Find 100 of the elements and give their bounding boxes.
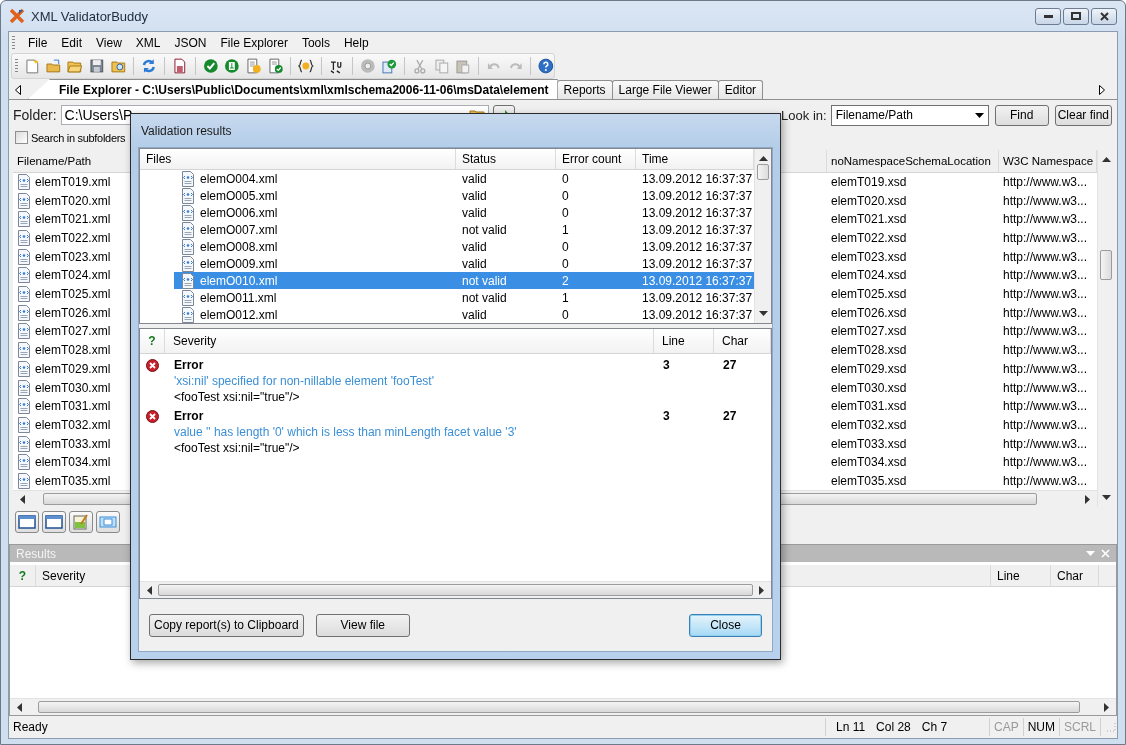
column-header[interactable]: Severity [165, 329, 654, 353]
checkbox-label: Search in subfolders [31, 131, 126, 144]
table-cell-text: elemT033.xsd [830, 436, 908, 451]
table-cell-text: 3 [662, 357, 671, 374]
file-row[interactable]: elemO004.xml valid 0 13.09.2012 16:37:37 [174, 170, 754, 187]
window-title: XML ValidatorBuddy [31, 8, 149, 24]
table-cell: elemO012.xml [200, 307, 278, 322]
column-header[interactable]: Line [654, 329, 714, 353]
table-cell-text: http://www.w3... [1002, 193, 1089, 208]
look-in-dropdown[interactable]: Filename/Path [830, 104, 989, 126]
menu-item[interactable]: Edit [54, 33, 90, 52]
table-cell-text: 13.09.2012 16:37:37 [641, 307, 754, 322]
severity-text: Error [174, 357, 205, 373]
column-header[interactable]: Line [991, 565, 1051, 586]
table-cell-text: http://www.w3... [1002, 231, 1089, 246]
table-cell-text: elemT030.xsd [830, 380, 908, 395]
table-cell-text: 0 [561, 307, 570, 322]
table-cell-text: elemT027.xsd [830, 324, 908, 339]
table-cell: elemO009.xml [200, 256, 278, 271]
column-header[interactable]: Char [1051, 565, 1099, 586]
find-button[interactable]: Find [994, 104, 1049, 126]
column-header[interactable]: Error count [556, 149, 636, 169]
table-cell-text: not valid [461, 222, 508, 237]
tab[interactable]: File Explorer - C:\Users\Public\Documents\xml\xmlschema2006-11-06\msData\element [28, 79, 558, 99]
table-cell-text: elemT025.xsd [830, 287, 908, 302]
table-cell-text: http://www.w3... [1002, 212, 1089, 227]
table-cell: elemO004.xml [200, 171, 278, 186]
table-cell-text: elemT035.xsd [830, 474, 908, 488]
table-cell-text: elemT024.xsd [830, 268, 908, 283]
status-text: Ln 11 [835, 720, 866, 734]
table-cell-text: 13.09.2012 16:37:37 [641, 256, 754, 271]
table-cell-text: http://www.w3... [1002, 324, 1089, 339]
tab[interactable]: Large File Viewer [611, 80, 719, 99]
table-cell-text: elemT020.xsd [830, 193, 908, 208]
file-row[interactable]: elemO009.xml valid 0 13.09.2012 16:37:37 [174, 255, 754, 272]
menu-item[interactable]: View [89, 33, 129, 52]
file-row[interactable]: elemO011.xml not valid 1 13.09.2012 16:37:37 [174, 289, 754, 306]
table-cell-text: elemT026.xsd [830, 305, 908, 320]
error-message: value '' has length '0' which is less than minLength facet value '3' [174, 424, 518, 440]
menu-item[interactable]: Tools [294, 33, 337, 52]
column-header[interactable]: noNamespaceSchemaLocation [827, 150, 999, 172]
table-cell-text: http://www.w3... [1002, 249, 1089, 264]
menu-item[interactable]: XML [128, 33, 168, 52]
table-cell-text: http://www.w3... [1002, 380, 1089, 395]
table-cell-text: http://www.w3... [1002, 361, 1089, 376]
file-row[interactable]: elemO012.xml valid 0 13.09.2012 16:37:37 [174, 306, 754, 323]
table-cell-text: 13.09.2012 16:37:37 [641, 290, 754, 305]
table-cell: elemO008.xml [200, 239, 278, 254]
table-cell-text: 27 [722, 357, 738, 374]
table-cell-text: elemT021.xsd [830, 212, 908, 227]
table-cell-text: elemT019.xsd [830, 175, 908, 189]
error-message: 'xsi:nil' specified for non-nillable element 'fooTest' [174, 373, 435, 389]
column-header[interactable]: Char [714, 329, 771, 353]
file-row[interactable]: elemO008.xml valid 0 13.09.2012 16:37:37 [174, 238, 754, 255]
table-cell-text: 13.09.2012 16:37:37 [641, 171, 754, 186]
dialog-button[interactable]: View file [315, 613, 410, 637]
table-cell-text: elemT031.xsd [830, 399, 908, 414]
table-cell-text: http://www.w3... [1002, 417, 1089, 432]
table-cell-text: http://www.w3... [1002, 436, 1089, 451]
table-cell-text: 13.09.2012 16:37:37 [641, 188, 754, 203]
table-cell-text: 13.09.2012 16:37:37 [641, 273, 754, 288]
tab[interactable]: Reports [556, 80, 613, 99]
table-cell-text: 0 [561, 171, 570, 186]
status-indicator: CAP [989, 718, 1024, 736]
table-cell-text: not valid [461, 290, 508, 305]
clear-find-button[interactable]: Clear find [1054, 104, 1112, 126]
table-cell-text: 1 [561, 290, 570, 305]
table-cell-text: http://www.w3... [1002, 474, 1089, 488]
column-header[interactable]: Status [456, 149, 556, 169]
column-header[interactable]: Files [140, 149, 456, 169]
menu-item[interactable]: JSON [167, 33, 214, 52]
dialog-button[interactable]: Copy report(s) to Clipboard [149, 613, 304, 637]
menu-item[interactable]: Help [336, 33, 376, 52]
status-indicator: SCRL [1060, 718, 1101, 736]
table-cell-text: valid [461, 171, 488, 186]
table-cell-text: http://www.w3... [1002, 399, 1089, 414]
status-text: Ready [13, 720, 48, 734]
code-snippet: <fooTest xsi:nil="true"/> [174, 389, 301, 405]
table-cell-text: elemT028.xsd [830, 343, 908, 358]
table-cell-text: http://www.w3... [1002, 175, 1089, 189]
table-cell-text: 0 [561, 188, 570, 203]
menu-item[interactable]: File [21, 33, 55, 52]
menu-item[interactable]: File Explorer [213, 33, 295, 52]
table-cell: elemO007.xml [200, 222, 278, 237]
table-cell-text: http://www.w3... [1002, 268, 1089, 283]
table-cell-text: valid [461, 307, 488, 322]
tab[interactable]: Editor [717, 80, 764, 99]
dialog-button[interactable]: Close [689, 613, 762, 637]
file-row[interactable]: elemO007.xml not valid 1 13.09.2012 16:37:37 [174, 221, 754, 238]
status-indicator: NUM [1023, 718, 1060, 736]
table-cell-text: not valid [461, 273, 508, 288]
table-cell-text: 0 [561, 239, 570, 254]
table-cell-text: valid [461, 188, 488, 203]
table-cell-text: http://www.w3... [1002, 343, 1089, 358]
table-cell-text: 13.09.2012 16:37:37 [641, 239, 754, 254]
file-row[interactable]: elemO006.xml valid 0 13.09.2012 16:37:37 [174, 204, 754, 221]
table-cell-text: elemT032.xsd [830, 417, 908, 432]
file-row[interactable]: elemO005.xml valid 0 13.09.2012 16:37:37 [174, 187, 754, 204]
table-cell-text: 27 [722, 408, 738, 425]
column-header[interactable]: ? [10, 565, 36, 586]
